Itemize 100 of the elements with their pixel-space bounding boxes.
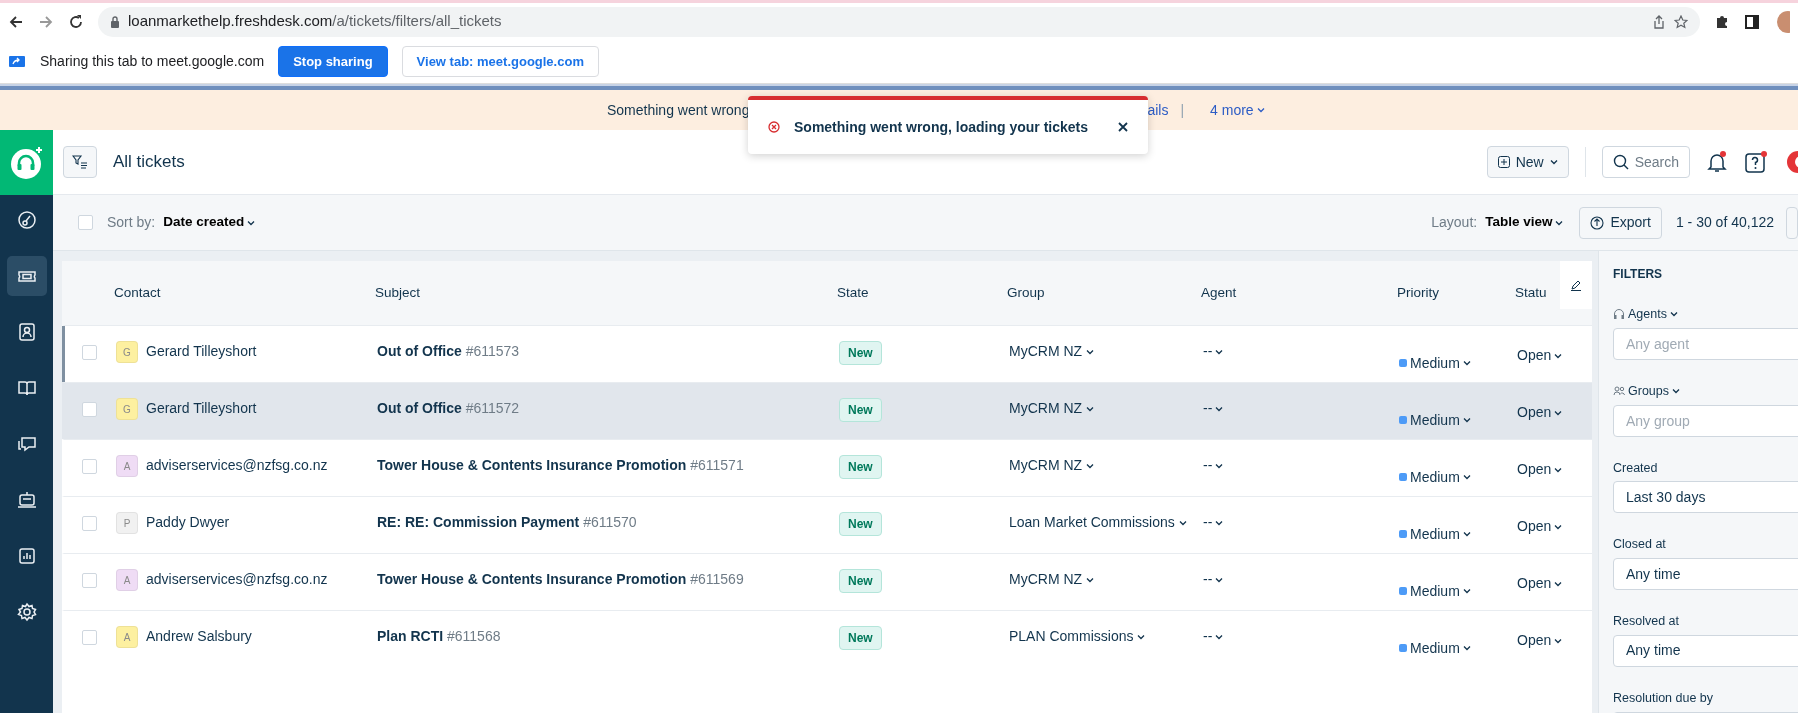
group-dropdown[interactable]: PLAN Commissions [1009,623,1146,649]
caret-icon [1554,466,1563,473]
caret-icon [1462,645,1471,651]
layout-dropdown[interactable]: Table view [1485,212,1564,233]
agent-dropdown[interactable]: -- [1203,512,1224,533]
sort-dropdown[interactable]: Date created [163,212,256,233]
filter-input-field[interactable]: Any agent [1613,327,1798,360]
group-dropdown[interactable]: MyCRM NZ [1009,566,1094,592]
page-title: All tickets [113,151,186,174]
status-dropdown[interactable]: Open [1517,402,1563,423]
group-dropdown[interactable]: MyCRM NZ [1009,338,1094,364]
filter-label: Closed at [1613,536,1666,554]
stop-sharing-button[interactable]: Stop sharing [278,45,388,78]
filter-label: Created [1613,459,1658,477]
state-badge: New [839,569,882,593]
share-icon[interactable] [1652,14,1666,29]
status-dropdown[interactable]: Open [1517,630,1563,651]
column-header: Priority [1397,284,1439,300]
ticket-subject-link[interactable]: Tower House & Contents Insurance Promotion #611571 [377,457,744,473]
contact-link[interactable]: Gerard Tilleyshort [146,341,257,363]
forward-icon[interactable] [38,13,54,30]
select-all-checkbox[interactable] [78,215,93,230]
group-dropdown[interactable]: MyCRM NZ [1009,395,1094,421]
new-button[interactable]: New [1486,146,1569,178]
filter-select-field[interactable]: Last 30 days [1613,481,1798,514]
row-checkbox[interactable] [82,573,97,588]
filter-select-field[interactable]: Any time [1613,558,1798,590]
group-dropdown[interactable]: MyCRM NZ [1009,452,1094,478]
status-dropdown[interactable]: Open [1517,345,1563,366]
agent-dropdown[interactable]: -- [1203,398,1224,419]
state-badge: New [839,455,882,479]
ticket-subject-link[interactable]: Tower House & Contents Insurance Promotion #611569 [377,571,744,587]
row-checkbox[interactable] [82,459,97,474]
layout-label: Layout: [1431,213,1478,232]
group-dropdown[interactable]: Loan Market Commissions [1009,509,1187,535]
priority-dropdown[interactable]: Medium [1399,466,1471,488]
status-dropdown[interactable]: Open [1517,459,1563,480]
filter-toggle-button[interactable] [63,146,97,178]
back-icon[interactable] [8,13,24,30]
ticket-subject-link[interactable]: Plan RCTI #611568 [377,628,501,644]
export-button[interactable]: Export [1579,206,1662,239]
contact-link[interactable]: Paddy Dwyer [146,512,230,534]
table-row[interactable]: G Gerard Tilleyshort Out of Office #611573 New MyCRM NZ -- Medium Open [62,325,1592,382]
sort-label: Sort by: [107,213,156,232]
priority-dropdown[interactable]: Medium [1399,523,1471,545]
status-dropdown[interactable]: Open [1517,516,1563,537]
close-icon [1118,122,1128,132]
row-checkbox[interactable] [82,630,97,645]
search-button[interactable]: Search [1601,146,1690,178]
sidebar-item[interactable] [6,256,47,296]
contact-link[interactable]: Gerard Tilleyshort [146,398,257,420]
row-checkbox[interactable] [82,516,97,531]
close-button[interactable] [1118,122,1128,132]
contact-link[interactable]: adviserservices@nzfsg.co.nz [146,569,328,591]
help-icon[interactable] [1744,150,1768,174]
contact-link[interactable]: Andrew Salsbury [146,626,252,648]
filter-label-dropdown[interactable]: Groups [1628,381,1680,401]
error-icon [768,121,780,133]
ticket-subject-link[interactable]: Out of Office #611573 [377,343,520,359]
caret-icon [1462,417,1471,423]
priority-dropdown[interactable]: Medium [1399,409,1471,431]
caret-icon [1554,352,1563,359]
contact-link[interactable]: adviserservices@nzfsg.co.nz [146,455,328,477]
view-tab-button[interactable]: View tab: meet.google.com [401,45,599,78]
table-row[interactable]: G Gerard Tilleyshort Out of Office #611572 New MyCRM NZ -- Medium Open [62,382,1592,439]
agent-dropdown[interactable]: -- [1203,341,1224,362]
star-icon[interactable] [1674,14,1688,29]
extensions-icon[interactable] [1714,13,1730,30]
ticket-subject-link[interactable]: Out of Office #611572 [377,400,520,416]
crescent-logo-icon[interactable] [1784,150,1798,174]
agent-dropdown[interactable]: -- [1203,569,1224,590]
url-text: loanmarkethelp.freshdesk.com/a/tickets/filters/all_tickets [128,11,502,32]
avatar: A [116,455,138,477]
filter-select-field[interactable]: Any time [1613,634,1798,667]
filter-input-field[interactable]: Any group [1613,404,1798,437]
banner-link[interactable]: ails [1147,99,1169,121]
caret-icon [1462,531,1471,537]
caret-icon [247,219,256,226]
plus-box-icon [1497,156,1510,168]
sidebar-icon[interactable] [1744,13,1760,30]
bell-icon[interactable] [1706,150,1728,174]
row-checkbox[interactable] [82,402,97,417]
ticket-subject-link[interactable]: RE: RE: Commission Payment #611570 [377,514,637,530]
ticket-count: 1 - 30 of 40,122 [1675,213,1774,232]
priority-dropdown[interactable]: Medium [1399,352,1471,374]
more-link[interactable]: 4 more [1210,99,1265,121]
status-dropdown[interactable]: Open [1517,573,1563,594]
caret-icon [1669,311,1678,318]
agent-dropdown[interactable]: -- [1203,455,1224,476]
caret-icon [1554,409,1563,416]
agent-dropdown[interactable]: -- [1203,626,1224,647]
priority-dropdown[interactable]: Medium [1399,637,1471,659]
priority-dropdown[interactable]: Medium [1399,580,1471,602]
caret-icon [1137,634,1146,641]
caret-icon [1462,474,1471,480]
filter-label-dropdown[interactable]: Agents [1628,305,1678,324]
address-bar[interactable]: loanmarkethelp.freshdesk.com/a/tickets/filters/all_tickets [98,6,1700,37]
avatar-icon[interactable] [1774,10,1790,33]
reload-icon[interactable] [68,13,84,30]
row-checkbox[interactable] [82,345,97,360]
